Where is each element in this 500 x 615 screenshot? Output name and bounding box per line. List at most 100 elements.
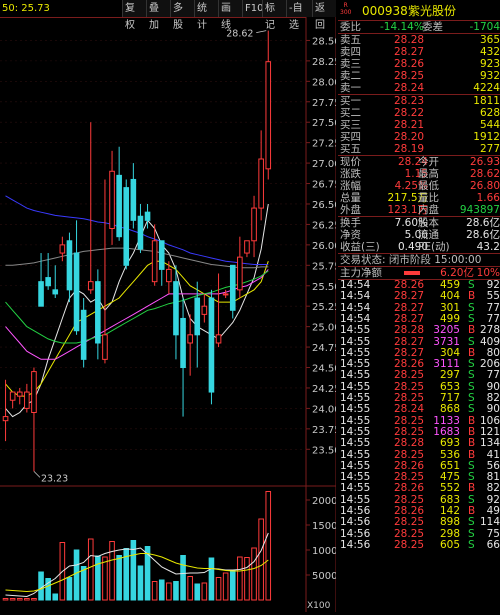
volume-bar[interactable]	[201, 582, 208, 601]
sell-order-row[interactable]: 卖五 28.28 365	[338, 34, 500, 46]
volume-bar[interactable]	[80, 566, 87, 601]
volume-bar[interactable]	[2, 598, 9, 601]
tick-time: 14:55	[340, 369, 371, 382]
volume-bar[interactable]	[66, 577, 73, 601]
volume-bar[interactable]	[151, 581, 158, 601]
candle[interactable]	[102, 179, 108, 364]
candle[interactable]	[187, 314, 193, 376]
kline-chart-area[interactable]: 28.50 28.25 28.00 27.75 27.50 27.25 27.00 26.75…	[0, 0, 344, 612]
quote-panel: R 300 000938 紫光股份 委比 -14.14% 委差 -1704 卖五 28.2…	[338, 0, 500, 612]
buy-order-row[interactable]: 买二 28.22 628	[338, 107, 500, 119]
toolbar-button[interactable]: 返回	[312, 0, 336, 31]
candle[interactable]	[201, 293, 208, 323]
volume-bar[interactable]	[258, 518, 264, 601]
volume-bar[interactable]	[166, 582, 172, 601]
candle[interactable]	[59, 236, 66, 262]
kline-chart[interactable]: 28.50 28.25 28.00 27.75 27.50 27.25 27.00 26.75…	[0, 0, 344, 612]
sell-order-row[interactable]: 卖三 28.26 923	[338, 58, 500, 70]
volume-bar[interactable]	[265, 491, 272, 601]
volume-bar[interactable]	[109, 541, 115, 601]
volume-bar[interactable]	[229, 570, 236, 601]
buy-order-row[interactable]: 买五 28.19 277	[338, 143, 500, 155]
volume-bar[interactable]	[158, 579, 165, 601]
volume-bars[interactable]	[2, 491, 272, 601]
buy-order-row[interactable]: 买四 28.20 1912	[338, 131, 500, 143]
sell-order-row[interactable]: 卖二 28.25 932	[338, 70, 500, 82]
candle[interactable]	[258, 130, 264, 221]
price-tick-label: 26.00	[312, 241, 336, 252]
candle[interactable]	[215, 273, 222, 348]
candle[interactable]	[87, 122, 94, 294]
candle[interactable]	[52, 265, 59, 299]
order-ratio-row: 委比 -14.14% 委差 -1704	[338, 21, 500, 33]
candle[interactable]	[130, 163, 137, 229]
sell-order-row[interactable]: 卖一 28.24 4224	[338, 82, 500, 94]
candles[interactable]	[2, 30, 272, 472]
volume-bar[interactable]	[16, 598, 23, 601]
volume-bar[interactable]	[208, 557, 215, 601]
toolbar-button[interactable]: F10	[242, 0, 263, 17]
toolbar-button[interactable]: 画线	[218, 0, 242, 31]
candle[interactable]	[45, 253, 51, 290]
candle[interactable]	[123, 179, 130, 270]
volume-bar[interactable]	[24, 598, 30, 601]
candle[interactable]	[95, 269, 101, 360]
tick-volume: 3205	[433, 324, 460, 337]
candle[interactable]	[116, 146, 122, 241]
candle[interactable]	[16, 387, 23, 405]
buy-order-row[interactable]: 买一 28.23 1811	[338, 95, 500, 107]
volume-bar[interactable]	[87, 538, 94, 601]
volume-bar[interactable]	[187, 576, 193, 601]
volume-bar[interactable]	[9, 598, 16, 601]
volume-bar[interactable]	[222, 572, 229, 601]
toolbar-button[interactable]: -自选	[286, 0, 312, 31]
toolbar-button[interactable]: 统计	[194, 0, 218, 31]
candle[interactable]	[66, 232, 73, 303]
candle[interactable]	[109, 150, 115, 245]
stock-header[interactable]: R 300 000938 紫光股份	[338, 2, 500, 20]
volume-bar[interactable]	[173, 581, 179, 601]
sell-order-row[interactable]: 卖四 28.27 432	[338, 46, 500, 58]
volume-bar[interactable]	[73, 549, 80, 601]
candle[interactable]	[222, 289, 229, 299]
volume-bar[interactable]	[215, 577, 222, 601]
candle[interactable]	[180, 298, 186, 417]
volume-bar[interactable]	[95, 555, 101, 601]
volume-bar[interactable]	[244, 557, 250, 601]
volume-bar[interactable]	[52, 593, 59, 601]
buy-order-row[interactable]: 买三 28.21 544	[338, 119, 500, 131]
main-flow-row[interactable]: 主力净额 6.20亿 10%	[338, 267, 500, 279]
toolbar-button[interactable]: 复权	[122, 0, 146, 31]
toolbar-button[interactable]: 多股	[170, 0, 194, 31]
order-diff-label: 委差	[422, 21, 443, 33]
candle[interactable]	[229, 264, 236, 319]
candle[interactable]	[244, 240, 250, 258]
toolbar-button[interactable]: 叠加	[146, 0, 170, 31]
candle[interactable]	[73, 220, 80, 335]
candle[interactable]	[194, 281, 201, 368]
trade-status-row: 交易状态: 闭市阶段 15:00:00	[338, 254, 500, 266]
candle[interactable]	[158, 240, 165, 286]
volume-bar[interactable]	[194, 583, 201, 601]
volume-bar[interactable]	[38, 571, 44, 601]
candle[interactable]	[251, 195, 257, 258]
volume-tick-label: 15000	[312, 521, 336, 532]
candle[interactable]	[173, 265, 179, 360]
volume-bar[interactable]	[251, 547, 257, 601]
volume-bar[interactable]	[102, 556, 108, 601]
candle[interactable]	[151, 224, 158, 286]
candle[interactable]	[237, 236, 243, 299]
candle[interactable]	[208, 289, 215, 405]
candle[interactable]	[9, 391, 16, 409]
candle[interactable]	[265, 30, 272, 180]
toolbar-button[interactable]: 标记	[262, 0, 286, 31]
volume-bar[interactable]	[180, 555, 186, 601]
volume-bar[interactable]	[137, 565, 144, 601]
volume-bar[interactable]	[237, 556, 243, 601]
volume-bar[interactable]	[116, 555, 122, 601]
candle-body	[137, 215, 144, 250]
volume-bar[interactable]	[31, 598, 37, 601]
candle[interactable]	[137, 203, 144, 254]
candle[interactable]	[31, 367, 37, 472]
candle[interactable]	[80, 298, 87, 368]
